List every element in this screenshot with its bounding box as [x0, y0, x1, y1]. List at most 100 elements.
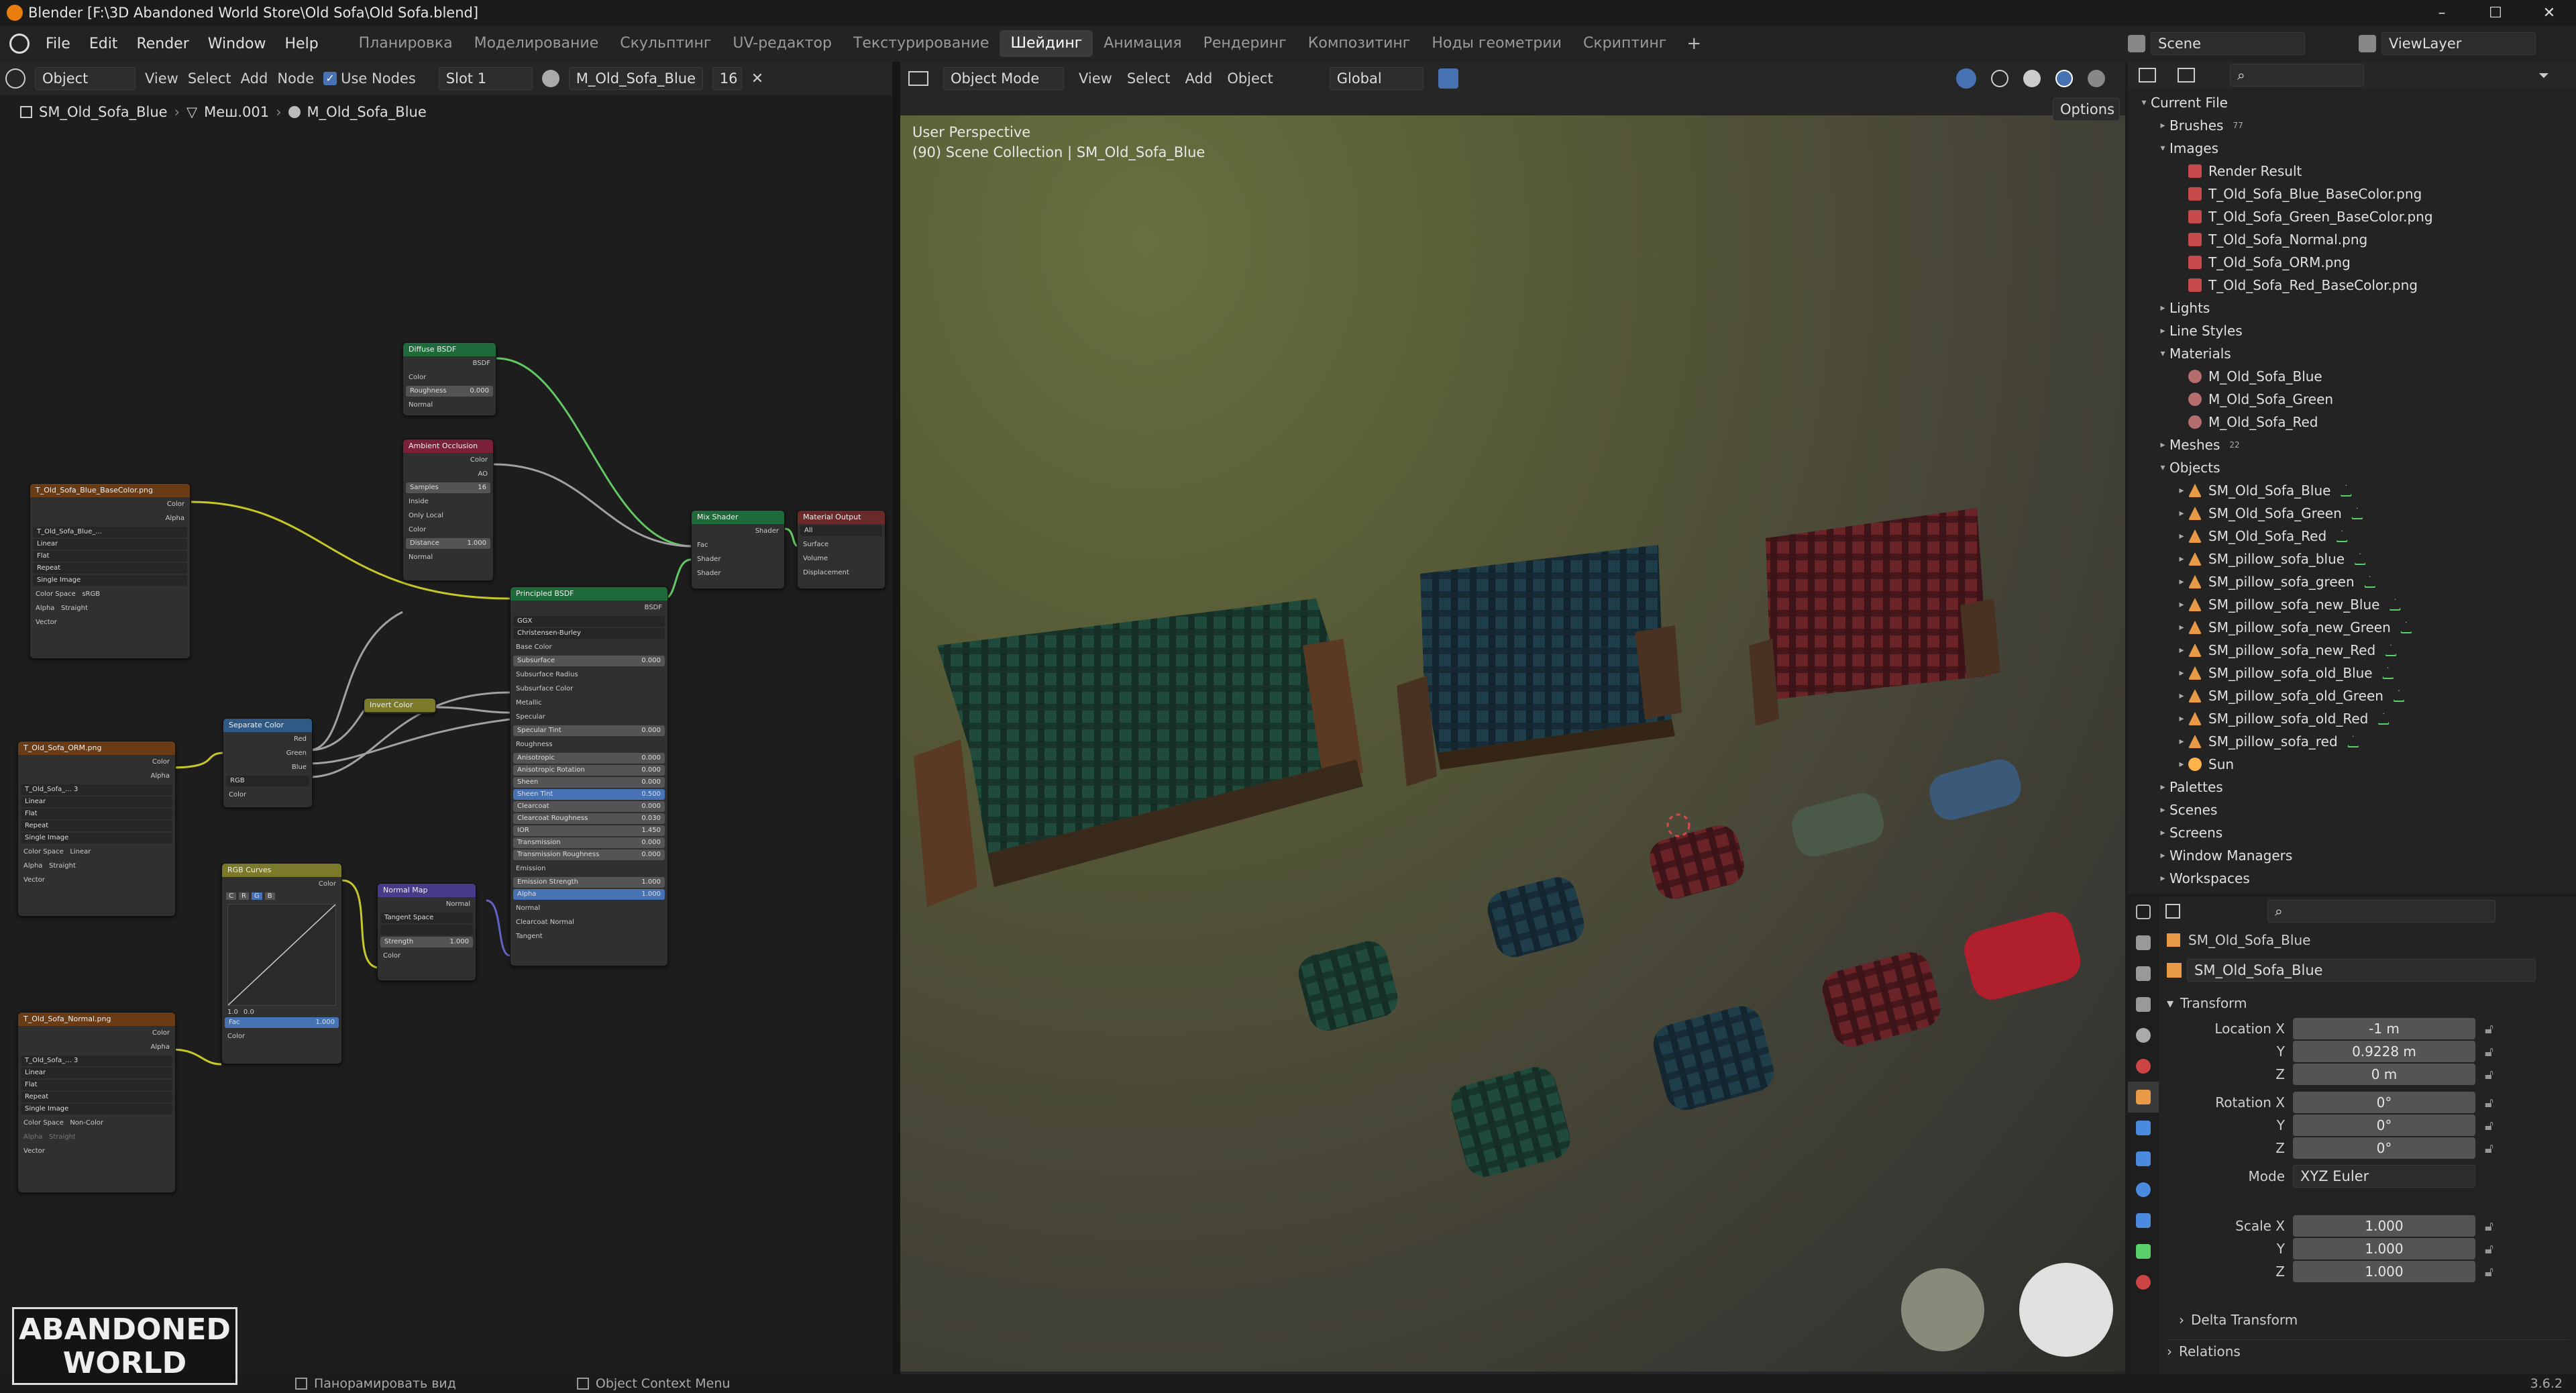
- relations-panel[interactable]: › Relations: [2167, 1339, 2569, 1362]
- tree-item[interactable]: ▸ Screens: [2137, 821, 2576, 844]
- disclosure-triangle-icon[interactable]: ▸: [2156, 303, 2169, 313]
- tree-item[interactable]: ▸ SM_pillow_sofa_old_Red: [2137, 707, 2576, 730]
- tab-render[interactable]: [2128, 927, 2159, 958]
- alpha-mode-row[interactable]: Alpha Straight: [30, 601, 190, 615]
- location-z-field[interactable]: 0 m: [2293, 1064, 2475, 1085]
- tree-item[interactable]: T_Old_Sofa_Normal.png: [2137, 228, 2576, 251]
- disclosure-triangle-icon[interactable]: ▸: [2156, 440, 2169, 450]
- lock-icon[interactable]: 🔓︎: [2485, 1066, 2493, 1082]
- alpha-mode-row[interactable]: Alpha Straight: [18, 859, 175, 873]
- shading-material-icon[interactable]: [2055, 70, 2073, 87]
- tab-particles[interactable]: [2128, 1143, 2159, 1174]
- mode-dropdown[interactable]: Object Mode: [943, 67, 1064, 90]
- curve-graph[interactable]: [227, 904, 336, 1006]
- mode-dropdown[interactable]: RGB: [226, 776, 309, 786]
- lock-icon[interactable]: 🔓︎: [2485, 1117, 2493, 1133]
- material-users-count[interactable]: 16: [712, 67, 742, 90]
- input-anisotropic[interactable]: Anisotropic 0.000: [513, 753, 665, 764]
- tab-layout[interactable]: Планировка: [348, 30, 464, 57]
- mesh-data-icon[interactable]: [2354, 553, 2367, 565]
- input-sheen-tint[interactable]: Sheen Tint 0.500: [513, 789, 665, 800]
- view-layer-selector[interactable]: ViewLayer: [2381, 32, 2536, 55]
- slot-dropdown[interactable]: Slot 1: [438, 67, 533, 90]
- sofa-green[interactable]: [914, 599, 1363, 907]
- tree-item[interactable]: ▸ Workspaces: [2137, 867, 2576, 890]
- lock-icon[interactable]: 🔓︎: [2485, 1140, 2493, 1156]
- disclosure-triangle-icon[interactable]: ▸: [2156, 873, 2169, 884]
- node-image-orm[interactable]: T_Old_Sofa_ORM.png Color Alpha T_Old_Sof…: [17, 741, 176, 917]
- node-menu-select[interactable]: Select: [188, 70, 231, 87]
- node-menu-add[interactable]: Add: [241, 70, 268, 87]
- tree-item[interactable]: ▾ Objects: [2137, 456, 2576, 479]
- interpolation-dropdown[interactable]: Linear: [21, 1068, 172, 1078]
- source-dropdown[interactable]: Single Image: [33, 575, 187, 586]
- tab-view-layer[interactable]: [2128, 989, 2159, 1020]
- tree-item[interactable]: ▸ SM_Old_Sofa_Red: [2137, 525, 2576, 548]
- tab-uv-editing[interactable]: UV-редактор: [722, 30, 843, 57]
- sofa-blue[interactable]: [1397, 545, 1682, 786]
- filter-icon[interactable]: ⏷: [2538, 67, 2549, 83]
- mesh-data-icon[interactable]: [2363, 576, 2376, 588]
- node-diffuse-bsdf[interactable]: Diffuse BSDF BSDF Color Roughness 0.000 N…: [402, 342, 496, 416]
- vp-menu-select[interactable]: Select: [1127, 70, 1171, 87]
- menu-help[interactable]: Help: [276, 36, 328, 52]
- tree-item[interactable]: T_Old_Sofa_Red_BaseColor.png: [2137, 274, 2576, 297]
- menu-window[interactable]: Window: [199, 36, 276, 52]
- uv-map-field[interactable]: [380, 925, 473, 935]
- tree-item[interactable]: T_Old_Sofa_Green_BaseColor.png: [2137, 205, 2576, 228]
- tree-item[interactable]: M_Old_Sofa_Green: [2137, 388, 2576, 411]
- tab-shading[interactable]: Шейдинг: [1000, 30, 1093, 57]
- source-dropdown[interactable]: Single Image: [21, 1104, 172, 1115]
- material-selector[interactable]: M_Old_Sofa_Blue: [568, 67, 703, 90]
- node-menu-view[interactable]: View: [145, 70, 178, 87]
- mesh-data-icon[interactable]: [2347, 735, 2359, 747]
- maximize-button[interactable]: ☐: [2469, 5, 2522, 21]
- rotation-z-field[interactable]: 0°: [2293, 1137, 2475, 1159]
- tab-compositing[interactable]: Композитинг: [1297, 30, 1421, 57]
- tab-object[interactable]: [2128, 1082, 2159, 1113]
- color-space-row[interactable]: Color Space sRGB: [30, 587, 190, 601]
- color-space-row[interactable]: Color Space Non-Color: [18, 1116, 175, 1130]
- shading-rendered-icon[interactable]: [2088, 70, 2105, 87]
- disclosure-triangle-icon[interactable]: ▸: [2175, 713, 2188, 724]
- tree-item[interactable]: ▸ Scenes: [2137, 798, 2576, 821]
- channel-g[interactable]: G: [251, 892, 262, 900]
- only-local-checkbox[interactable]: Only Local: [403, 509, 493, 523]
- 3d-viewport[interactable]: Object Mode View Select Add Object Globa…: [900, 62, 2125, 1374]
- input-sheen[interactable]: Sheen 0.000: [513, 777, 665, 788]
- lock-icon[interactable]: 🔓︎: [2485, 1043, 2493, 1060]
- disclosure-triangle-icon[interactable]: ▸: [2175, 736, 2188, 747]
- input-anisotropic-rotation[interactable]: Anisotropic Rotation 0.000: [513, 765, 665, 776]
- vp-menu-view[interactable]: View: [1079, 70, 1112, 87]
- vp-menu-add[interactable]: Add: [1185, 70, 1213, 87]
- rotation-y-field[interactable]: 0°: [2293, 1115, 2475, 1136]
- menu-file[interactable]: File: [36, 36, 80, 52]
- image-selector[interactable]: T_Old_Sofa_... 3: [21, 784, 172, 795]
- color-space-row[interactable]: Color Space Linear: [18, 845, 175, 859]
- node-principled-bsdf[interactable]: Principled BSDF BSDF GGX Christensen-Bur…: [510, 586, 668, 966]
- orientation-dropdown[interactable]: Global: [1329, 67, 1424, 90]
- tree-item[interactable]: ▸ SM_pillow_sofa_green: [2137, 570, 2576, 593]
- tab-output[interactable]: [2128, 958, 2159, 989]
- disclosure-triangle-icon[interactable]: ▸: [2175, 554, 2188, 564]
- extension-dropdown[interactable]: Repeat: [33, 563, 187, 574]
- tree-item[interactable]: M_Old_Sofa_Red: [2137, 411, 2576, 433]
- lock-icon[interactable]: 🔓︎: [2485, 1241, 2493, 1257]
- alpha-mode-row[interactable]: Alpha Straight: [18, 1130, 175, 1144]
- channel-b[interactable]: B: [264, 892, 275, 900]
- tree-item[interactable]: ▸ Line Styles: [2137, 319, 2576, 342]
- sofa-red[interactable]: [1749, 508, 2000, 726]
- image-selector[interactable]: T_Old_Sofa_Blue_...: [33, 527, 187, 537]
- mesh-data-icon[interactable]: [2385, 644, 2398, 656]
- tree-item[interactable]: ▸ Brushes 77: [2137, 114, 2576, 137]
- distribution-dropdown[interactable]: GGX: [513, 616, 665, 627]
- lock-icon[interactable]: 🔓︎: [2485, 1263, 2493, 1280]
- tab-animation[interactable]: Анимация: [1093, 30, 1192, 57]
- input-alpha[interactable]: Alpha 1.000: [513, 889, 665, 900]
- channel-c[interactable]: C: [226, 892, 236, 900]
- strength-field[interactable]: Strength 1.000: [380, 937, 473, 947]
- location-x-field[interactable]: -1 m: [2293, 1018, 2475, 1039]
- disclosure-triangle-icon[interactable]: ▸: [2156, 850, 2169, 861]
- rotation-mode-dropdown[interactable]: XYZ Euler: [2293, 1165, 2475, 1188]
- node-image-basecolor[interactable]: T_Old_Sofa_Blue_BaseColor.png Color Alph…: [30, 483, 191, 659]
